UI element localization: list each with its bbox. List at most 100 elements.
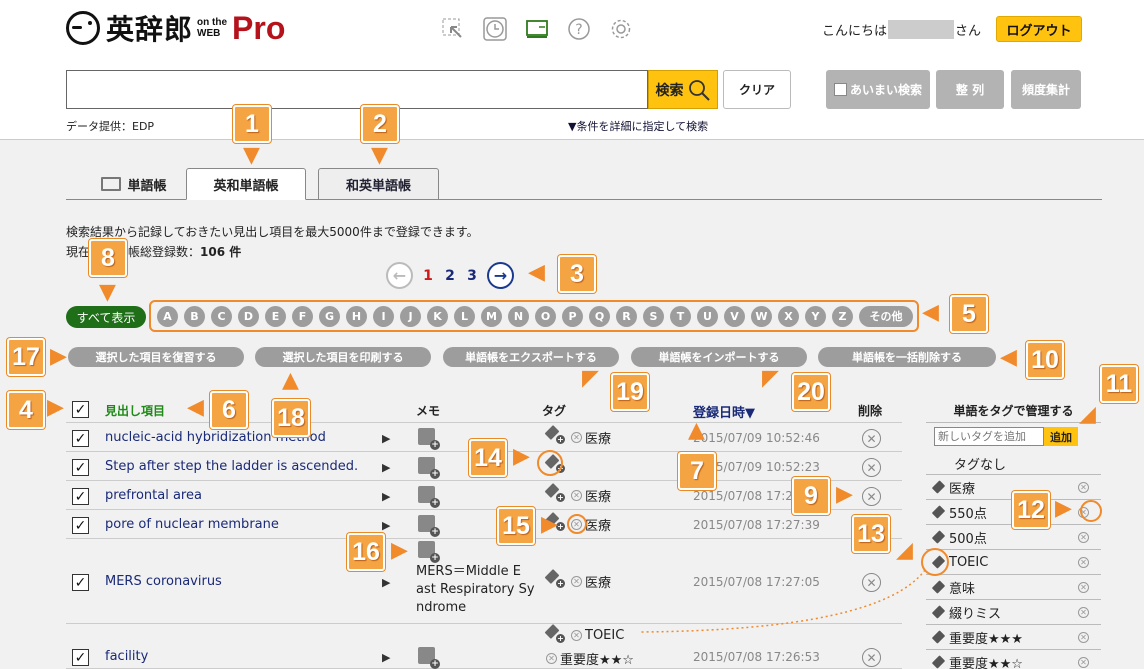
row-word-link[interactable]: facility	[105, 649, 148, 664]
memo-add-icon[interactable]	[418, 486, 440, 508]
memo-add-icon[interactable]	[418, 515, 440, 537]
page-1[interactable]: 1	[421, 268, 435, 284]
new-tag-input[interactable]	[934, 427, 1044, 446]
row-checkbox[interactable]: ✓	[72, 488, 89, 505]
clock-icon[interactable]	[482, 16, 508, 42]
show-all-button[interactable]: すべて表示	[66, 306, 146, 328]
tag-panel-label[interactable]: 重要度★★★	[949, 628, 1023, 647]
delete-row-icon[interactable]: ✕	[862, 458, 881, 477]
tab-waei[interactable]: 和英単語帳	[318, 168, 439, 200]
tag-panel-label[interactable]: 医療	[949, 478, 975, 497]
alpha-h[interactable]: H	[346, 305, 367, 327]
play-icon[interactable]: ▶	[382, 651, 390, 664]
memo-add-icon[interactable]	[418, 428, 440, 450]
export-button[interactable]: 単語帳をエクスポートする	[443, 347, 619, 367]
alpha-j[interactable]: J	[400, 305, 421, 327]
alpha-s[interactable]: S	[643, 305, 664, 327]
clear-button[interactable]: クリア	[723, 70, 791, 109]
tag-panel-item[interactable]: 綴りミス ✕	[926, 600, 1101, 625]
alpha-d[interactable]: D	[238, 305, 259, 327]
alpha-x[interactable]: X	[778, 305, 799, 327]
row-checkbox[interactable]: ✓	[72, 430, 89, 447]
col-heading[interactable]: 見出し項目	[105, 402, 165, 419]
alpha-i[interactable]: I	[373, 305, 394, 327]
row-word-link[interactable]: MERS coronavirus	[105, 574, 222, 589]
import-button[interactable]: 単語帳をインポートする	[631, 347, 807, 367]
tag-panel-label[interactable]: 意味	[949, 578, 975, 597]
delete-all-button[interactable]: 単語帳を一括削除する	[818, 347, 996, 367]
tab-wordbook[interactable]: 単語帳	[84, 168, 184, 200]
alpha-w[interactable]: W	[751, 305, 772, 327]
next-page-icon[interactable]: →	[487, 262, 514, 289]
delete-tag-icon[interactable]: ✕	[1078, 582, 1089, 593]
monitor-icon[interactable]	[524, 16, 550, 42]
tab-eiwa[interactable]: 英和単語帳	[186, 168, 306, 200]
detail-search-link[interactable]: ▼条件を詳細に指定して検索	[568, 118, 708, 134]
play-icon[interactable]: ▶	[382, 519, 390, 532]
delete-tag-icon[interactable]: ✕	[1078, 532, 1089, 543]
alpha-y[interactable]: Y	[805, 305, 826, 327]
row-checkbox[interactable]: ✓	[72, 574, 89, 591]
alpha-u[interactable]: U	[697, 305, 718, 327]
search-input[interactable]	[66, 70, 648, 109]
alpha-z[interactable]: Z	[832, 305, 853, 327]
tag-panel-label[interactable]: TOEIC	[949, 555, 988, 570]
page-3[interactable]: 3	[465, 268, 479, 284]
remove-tag-icon[interactable]: ✕	[546, 653, 557, 664]
add-tag-button[interactable]: 追加	[1044, 427, 1078, 446]
remove-tag-icon[interactable]: ✕	[571, 630, 582, 641]
alpha-n[interactable]: N	[508, 305, 529, 327]
row-word-link[interactable]: prefrontal area	[105, 488, 202, 503]
row-tag-label[interactable]: 医療	[585, 486, 611, 505]
logout-button[interactable]: ログアウト	[996, 16, 1082, 42]
row-tag-label[interactable]: 医療	[585, 572, 611, 591]
alpha-e[interactable]: E	[265, 305, 286, 327]
tag-panel-label[interactable]: 綴りミス	[949, 603, 1001, 622]
alpha-p[interactable]: P	[562, 305, 583, 327]
tag-panel-label[interactable]: 500点	[949, 528, 987, 547]
gear-icon[interactable]	[608, 16, 634, 42]
sort-button[interactable]: 整 列	[936, 70, 1004, 109]
memo-add-icon[interactable]	[418, 647, 440, 669]
alpha-other[interactable]: その他	[859, 305, 913, 327]
alpha-b[interactable]: B	[184, 305, 205, 327]
row-word-link[interactable]: pore of nuclear membrane	[105, 517, 279, 532]
tag-panel-item[interactable]: TOEIC ✕	[926, 550, 1101, 575]
alpha-f[interactable]: F	[292, 305, 313, 327]
play-icon[interactable]: ▶	[382, 461, 390, 474]
alpha-l[interactable]: L	[454, 305, 475, 327]
help-icon[interactable]: ?	[566, 16, 592, 42]
fuzzy-checkbox[interactable]	[833, 83, 847, 96]
alpha-r[interactable]: R	[616, 305, 637, 327]
search-button[interactable]: 検索	[648, 70, 718, 109]
tag-add-icon[interactable]: +	[544, 569, 565, 588]
play-icon[interactable]: ▶	[382, 490, 390, 503]
play-icon[interactable]: ▶	[382, 432, 390, 445]
alpha-a[interactable]: A	[157, 305, 178, 327]
alpha-g[interactable]: G	[319, 305, 340, 327]
print-button[interactable]: 選択した項目を印刷する	[255, 347, 431, 367]
row-word-link[interactable]: Step after step the ladder is ascended.	[105, 459, 358, 474]
row-tag-label[interactable]: 医療	[585, 428, 611, 447]
alpha-t[interactable]: T	[670, 305, 691, 327]
alpha-q[interactable]: Q	[589, 305, 610, 327]
delete-tag-icon[interactable]: ✕	[1078, 632, 1089, 643]
delete-row-icon[interactable]: ✕	[862, 487, 881, 506]
tag-panel-item[interactable]: 重要度★★☆ ✕	[926, 650, 1101, 669]
delete-row-icon[interactable]: ✕	[862, 648, 881, 667]
delete-tag-icon[interactable]: ✕	[1078, 557, 1089, 568]
row-checkbox[interactable]: ✓	[72, 649, 89, 666]
alpha-c[interactable]: C	[211, 305, 232, 327]
delete-row-icon[interactable]: ✕	[862, 429, 881, 448]
no-tag-filter[interactable]: タグなし	[926, 451, 1101, 475]
tag-add-icon[interactable]: +	[544, 425, 565, 444]
page-2[interactable]: 2	[443, 268, 457, 284]
tag-panel-label[interactable]: 重要度★★☆	[949, 653, 1023, 669]
memo-add-icon[interactable]	[418, 457, 440, 479]
prev-page-icon[interactable]: ←	[386, 262, 413, 289]
alpha-o[interactable]: O	[535, 305, 556, 327]
alpha-m[interactable]: M	[481, 305, 502, 327]
memo-add-icon[interactable]	[418, 541, 440, 563]
delete-row-icon[interactable]: ✕	[862, 573, 881, 592]
delete-tag-icon[interactable]: ✕	[1078, 482, 1089, 493]
